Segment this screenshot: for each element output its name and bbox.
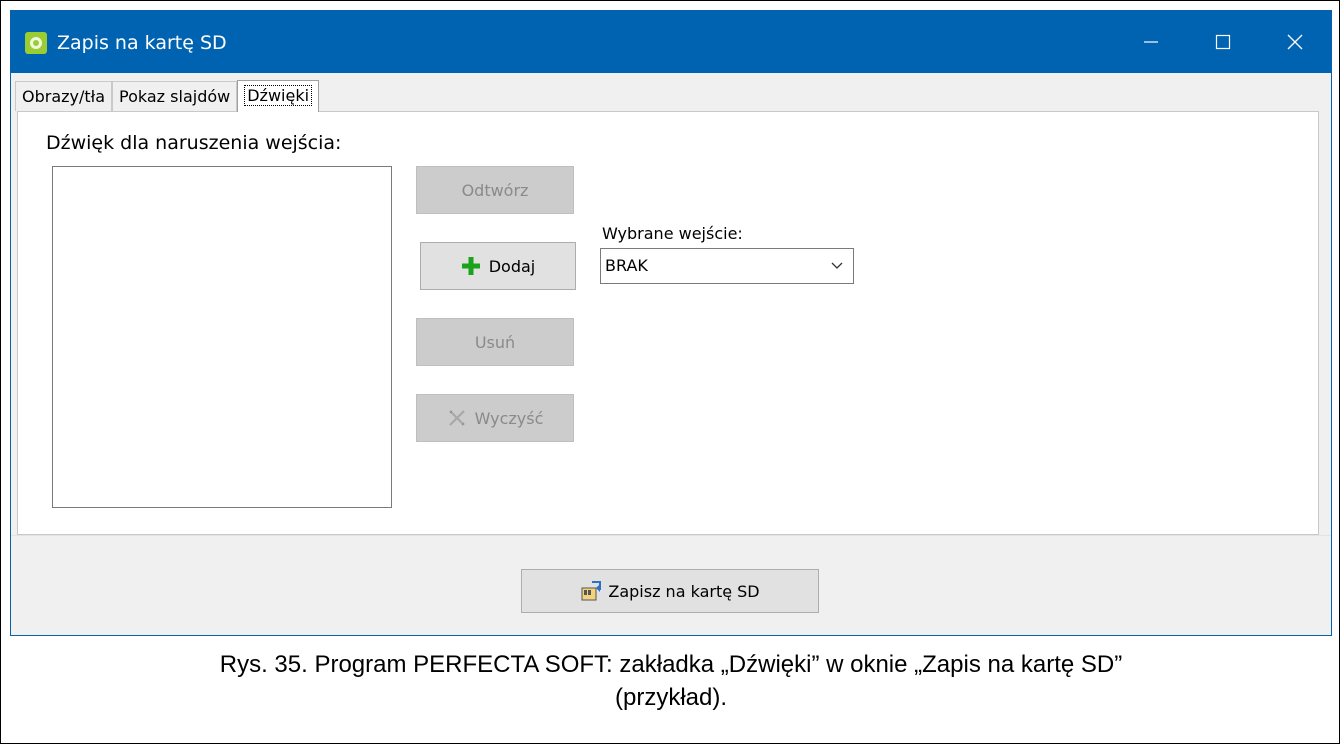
eraser-icon — [448, 410, 465, 426]
add-button[interactable]: Dodaj — [420, 242, 576, 290]
clear-button[interactable]: Wyczyść — [416, 394, 574, 442]
sounds-panel: Dźwięk dla naruszenia wejścia: Odtwórz D… — [17, 111, 1319, 535]
minimize-button[interactable] — [1115, 11, 1187, 73]
save-button-label: Zapisz na kartę SD — [608, 581, 760, 601]
maximize-button[interactable] — [1187, 11, 1259, 73]
minimize-icon — [1144, 41, 1158, 43]
tab-slideshow[interactable]: Pokaz slajdów — [112, 81, 238, 111]
maximize-icon — [1215, 34, 1231, 50]
tab-sounds[interactable]: Dźwięki — [237, 80, 320, 112]
remove-button[interactable]: Usuń — [416, 318, 574, 366]
app-window: Zapis na kartę SD Obrazy/tła Pokaz slajd… — [10, 10, 1332, 636]
title-bar[interactable]: Zapis na kartę SD — [11, 11, 1331, 73]
tab-label: Pokaz slajdów — [119, 87, 231, 106]
sd-card-save-icon — [581, 581, 602, 601]
selected-input-dropdown[interactable]: BRAK — [600, 248, 854, 284]
app-logo-icon — [25, 32, 47, 54]
sound-list-label: Dźwięk dla naruszenia wejścia: — [46, 132, 342, 154]
tab-images[interactable]: Obrazy/tła — [15, 81, 113, 111]
remove-button-label: Usuń — [474, 332, 516, 352]
close-button[interactable] — [1259, 11, 1331, 73]
selected-input-label: Wybrane wejście: — [602, 224, 743, 243]
tab-label: Dźwięki — [244, 85, 313, 106]
caption-line-1: Rys. 35. Program PERFECTA SOFT: zakładka… — [219, 651, 1123, 678]
tab-strip: Obrazy/tła Pokaz slajdów Dźwięki — [15, 79, 320, 112]
window-title: Zapis na kartę SD — [57, 32, 227, 54]
play-button[interactable]: Odtwórz — [416, 166, 574, 214]
selected-input-value: BRAK — [605, 256, 648, 275]
tab-label: Obrazy/tła — [22, 87, 106, 106]
figure-caption: Rys. 35. Program PERFECTA SOFT: zakładka… — [0, 648, 1342, 714]
footer-divider — [11, 535, 1331, 536]
add-button-label: Dodaj — [488, 256, 536, 276]
close-icon — [1287, 34, 1303, 50]
play-button-label: Odtwórz — [461, 180, 529, 200]
chevron-down-icon — [831, 262, 843, 269]
save-to-sd-button[interactable]: Zapisz na kartę SD — [521, 569, 819, 613]
clear-button-label: Wyczyść — [474, 408, 544, 428]
sound-listbox[interactable] — [52, 166, 392, 508]
plus-icon — [461, 257, 480, 275]
caption-line-2: (przykład). — [614, 684, 728, 711]
